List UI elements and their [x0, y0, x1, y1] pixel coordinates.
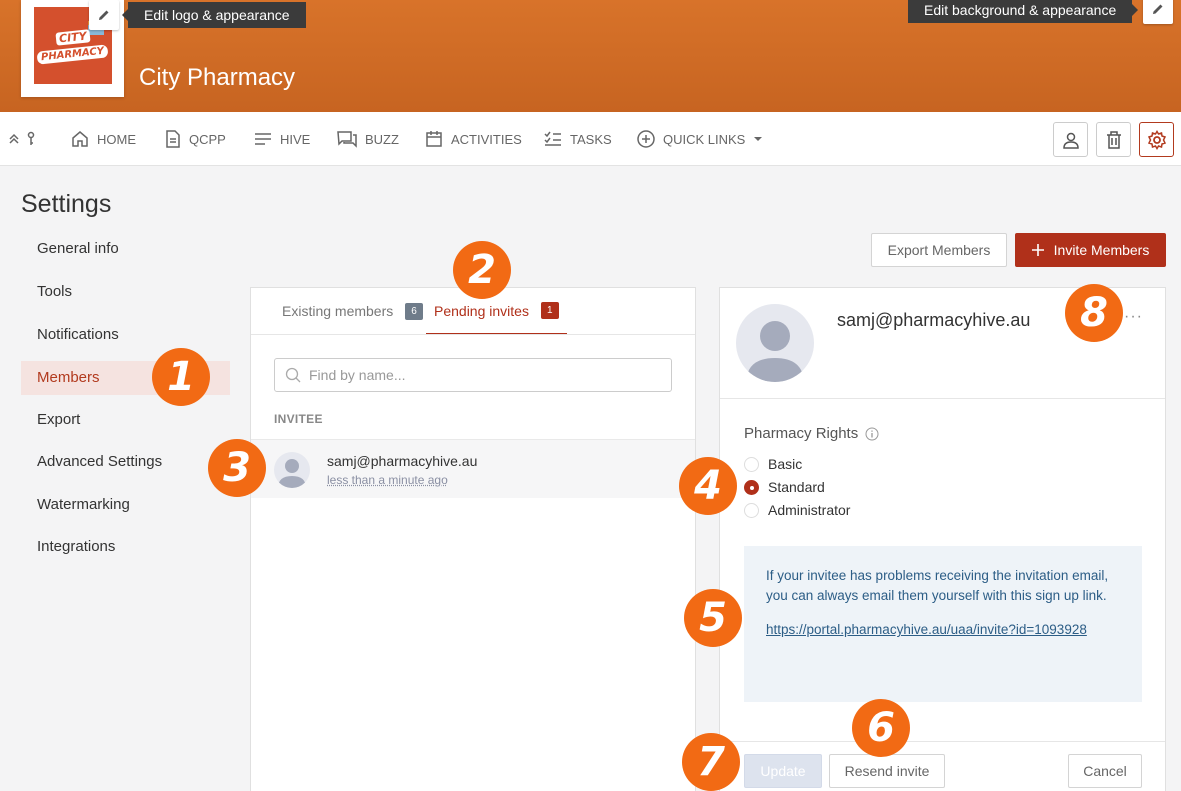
caret-down-icon [754, 137, 763, 141]
info-text: If your invitee has problems receiving t… [766, 568, 1109, 603]
invite-time: less than a minute ago [327, 473, 448, 487]
tab-existing-members[interactable]: Existing members 6 [282, 288, 423, 334]
annotation-badge-8: 8 [1065, 284, 1123, 342]
annotation-badge-6: 6 [852, 699, 910, 757]
tab-existing-members-label: Existing members [282, 303, 394, 319]
sidebar-item-general-info[interactable]: General info [21, 232, 230, 266]
calendar-icon [426, 131, 442, 147]
edit-background-button[interactable] [1143, 0, 1173, 24]
radio-circle-selected [744, 479, 759, 495]
home-icon [72, 131, 88, 147]
collapse-toggle[interactable] [9, 112, 35, 166]
gear-icon [1147, 129, 1166, 150]
trash-icon [1106, 130, 1121, 149]
update-button[interactable]: Update [744, 754, 822, 788]
avatar [736, 304, 814, 382]
radio-circle [744, 502, 759, 518]
radio-standard[interactable]: Standard [744, 479, 825, 495]
user-icon [1062, 132, 1079, 149]
pending-count-badge: 1 [540, 302, 559, 319]
invite-members-label: Invite Members [1053, 242, 1150, 258]
invite-detail-panel: samj@pharmacyhive.au ··· Pharmacy Rights… [719, 287, 1166, 791]
sidebar-item-notifications[interactable]: Notifications [21, 318, 230, 352]
radio-administrator[interactable]: Administrator [744, 502, 850, 518]
key-icon [27, 131, 35, 145]
nav-activities[interactable]: ACTIVITIES [425, 112, 522, 166]
edit-background-tooltip: Edit background & appearance [908, 0, 1139, 23]
sidebar-item-watermarking[interactable]: Watermarking [21, 488, 230, 522]
signup-link-info: If your invitee has problems receiving t… [744, 546, 1142, 702]
search-input[interactable] [309, 367, 649, 383]
nav-quick-links-label: QUICK LINKS [663, 131, 746, 147]
annotation-badge-1: 1 [152, 348, 210, 406]
profile-button[interactable] [1053, 122, 1088, 157]
existing-count-badge: 6 [405, 302, 423, 320]
nav-home[interactable]: HOME [71, 112, 136, 166]
radio-basic[interactable]: Basic [744, 456, 802, 472]
invitee-column-header: INVITEE [274, 412, 323, 426]
nav-home-label: HOME [97, 131, 136, 147]
document-icon [166, 130, 180, 148]
sidebar-item-advanced-settings[interactable]: Advanced Settings [21, 445, 230, 479]
plus-icon [1031, 244, 1044, 256]
radio-administrator-label: Administrator [768, 502, 851, 518]
sidebar-item-tools[interactable]: Tools [21, 275, 230, 309]
more-options-button[interactable]: ··· [1124, 308, 1143, 326]
settings-button[interactable] [1139, 122, 1174, 157]
trash-button[interactable] [1096, 122, 1131, 157]
resend-invite-button[interactable]: Resend invite [829, 754, 945, 788]
sidebar-item-integrations[interactable]: Integrations [21, 530, 230, 564]
invitee-row[interactable]: samj@pharmacyhive.au less than a minute … [251, 439, 695, 498]
member-search[interactable] [274, 358, 672, 392]
annotation-badge-4: 4 [679, 457, 737, 515]
tab-pending-invites-label: Pending invites [434, 302, 529, 319]
main-nav: HOME QCPP HIVE BUZZ ACTIVITIES TASKS QUI… [0, 112, 1181, 166]
info-icon [865, 427, 879, 440]
annotation-badge-7: 7 [682, 733, 740, 791]
nav-hive-label: HIVE [280, 131, 311, 147]
page-title: Settings [21, 190, 112, 218]
detail-email: samj@pharmacyhive.au [837, 310, 1031, 330]
double-chevron-up-icon [9, 133, 19, 144]
lines-icon [255, 133, 271, 145]
app-header: CITY PHARMACY Edit logo & appearance Edi… [0, 0, 1181, 112]
cancel-button[interactable]: Cancel [1068, 754, 1142, 788]
annotation-badge-3: 3 [208, 439, 266, 497]
nav-activities-label: ACTIVITIES [451, 131, 522, 147]
pencil-icon [99, 10, 109, 20]
invite-members-button[interactable]: Invite Members [1015, 233, 1166, 267]
pencil-icon [1153, 4, 1163, 14]
members-panel: Existing members 6 Pending invites 1 INV… [250, 287, 696, 791]
invite-link[interactable]: https://portal.pharmacyhive.au/uaa/invit… [766, 620, 1120, 640]
checklist-icon [544, 131, 561, 146]
annotation-badge-5: 5 [684, 589, 742, 647]
radio-standard-label: Standard [768, 479, 825, 495]
nav-buzz-label: BUZZ [365, 131, 399, 147]
pharmacy-rights-label: Pharmacy Rights [744, 425, 879, 442]
nav-buzz[interactable]: BUZZ [337, 112, 399, 166]
plus-circle-icon [637, 130, 655, 148]
nav-qcpp[interactable]: QCPP [165, 112, 226, 166]
invitee-email: samj@pharmacyhive.au [327, 453, 478, 469]
nav-tasks[interactable]: TASKS [544, 112, 612, 166]
nav-qcpp-label: QCPP [189, 131, 226, 147]
nav-tasks-label: TASKS [570, 131, 612, 147]
annotation-badge-2: 2 [453, 241, 511, 299]
sidebar-item-export[interactable]: Export [21, 403, 230, 437]
search-icon [285, 367, 301, 383]
edit-logo-button[interactable] [89, 0, 119, 30]
avatar [274, 452, 310, 488]
chat-icon [337, 131, 357, 148]
pharmacy-rights-text: Pharmacy Rights [744, 425, 859, 442]
export-members-button[interactable]: Export Members [871, 233, 1007, 267]
org-name: City Pharmacy [139, 64, 296, 91]
radio-circle [744, 456, 759, 472]
nav-quick-links[interactable]: QUICK LINKS [637, 112, 763, 166]
edit-logo-tooltip: Edit logo & appearance [122, 2, 306, 28]
radio-basic-label: Basic [768, 456, 803, 472]
nav-hive[interactable]: HIVE [254, 112, 310, 166]
